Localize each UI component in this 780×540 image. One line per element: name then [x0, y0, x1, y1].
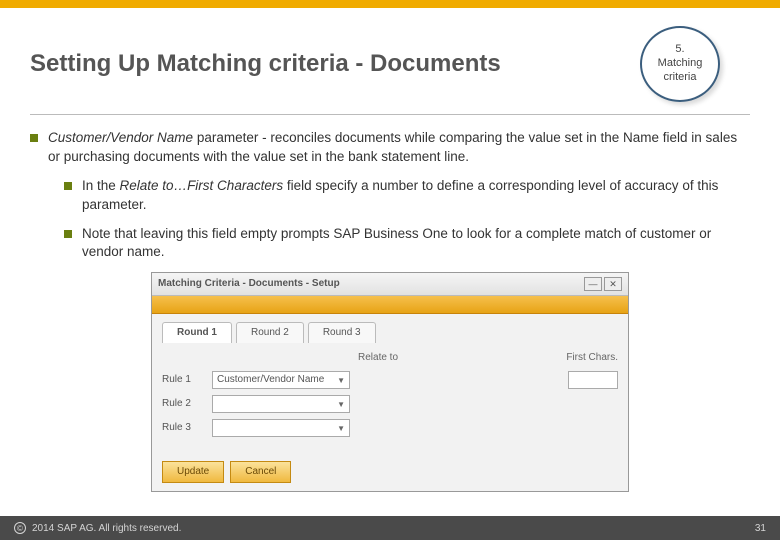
- close-button[interactable]: ✕: [604, 277, 622, 291]
- step-number: 5.: [675, 43, 684, 57]
- minimize-button[interactable]: —: [584, 277, 602, 291]
- col-first-label: First Chars.: [566, 351, 618, 365]
- cancel-button[interactable]: Cancel: [230, 461, 291, 483]
- chevron-down-icon: ▼: [337, 375, 345, 386]
- window-footer: Update Cancel: [152, 453, 628, 491]
- rule2-select[interactable]: ▼: [212, 395, 350, 413]
- sub1-prefix: In the: [82, 178, 120, 193]
- window-body: Round 1 Round 2 Round 3 Relate to First …: [152, 314, 628, 453]
- page-title: Setting Up Matching criteria - Documents: [30, 50, 640, 78]
- rule-label: Rule 3: [162, 421, 204, 435]
- rule1-select[interactable]: Customer/Vendor Name ▼: [212, 371, 350, 389]
- bullet-icon: [30, 134, 38, 142]
- step-badge: 5. Matching criteria: [640, 26, 720, 102]
- bullet-icon: [64, 182, 72, 190]
- header-row: Relate to First Chars.: [162, 351, 618, 365]
- bullet-main: Customer/Vendor Name parameter - reconci…: [30, 129, 750, 167]
- page-number: 31: [755, 523, 766, 534]
- rule-row-2: Rule 2 ▼: [162, 395, 618, 413]
- step-label-1: Matching: [658, 57, 703, 71]
- divider: [30, 114, 750, 115]
- tab-round-3[interactable]: Round 3: [308, 322, 376, 343]
- bullet-icon: [64, 230, 72, 238]
- accent-bar: [0, 0, 780, 8]
- footer: © 2014 SAP AG. All rights reserved. 31: [0, 516, 780, 540]
- param-name: Customer/Vendor Name: [48, 130, 193, 145]
- copyright-icon: ©: [14, 522, 26, 534]
- rule-label: Rule 1: [162, 373, 204, 387]
- bullet-main-text: Customer/Vendor Name parameter - reconci…: [48, 129, 750, 167]
- bullet-sub-2: Note that leaving this field empty promp…: [64, 225, 750, 263]
- window-toolbar: [152, 296, 628, 314]
- rule-label: Rule 2: [162, 397, 204, 411]
- rule1-first-chars-input[interactable]: [568, 371, 618, 389]
- bullet-sub2-text: Note that leaving this field empty promp…: [82, 225, 750, 263]
- rule-row-3: Rule 3 ▼: [162, 419, 618, 437]
- window-title: Matching Criteria - Documents - Setup: [158, 277, 582, 291]
- bullet-sub1-text: In the Relate to…First Characters field …: [82, 177, 750, 215]
- bullet-sub-1: In the Relate to…First Characters field …: [64, 177, 750, 215]
- col-relate-label: Relate to: [358, 351, 458, 365]
- update-button[interactable]: Update: [162, 461, 224, 483]
- rule1-value: Customer/Vendor Name: [217, 373, 324, 387]
- header: Setting Up Matching criteria - Documents…: [0, 8, 780, 110]
- step-label-2: criteria: [663, 71, 696, 85]
- rule-row-1: Rule 1 Customer/Vendor Name ▼: [162, 371, 618, 389]
- tab-round-1[interactable]: Round 1: [162, 322, 232, 343]
- content: Customer/Vendor Name parameter - reconci…: [0, 129, 780, 492]
- copyright-text: 2014 SAP AG. All rights reserved.: [32, 523, 181, 534]
- sub1-em: Relate to…First Characters: [120, 178, 284, 193]
- tab-round-2[interactable]: Round 2: [236, 322, 304, 343]
- tabs: Round 1 Round 2 Round 3: [162, 322, 618, 343]
- chevron-down-icon: ▼: [337, 399, 345, 410]
- setup-window: Matching Criteria - Documents - Setup — …: [151, 272, 629, 492]
- rule3-select[interactable]: ▼: [212, 419, 350, 437]
- chevron-down-icon: ▼: [337, 423, 345, 434]
- window-titlebar: Matching Criteria - Documents - Setup — …: [152, 273, 628, 296]
